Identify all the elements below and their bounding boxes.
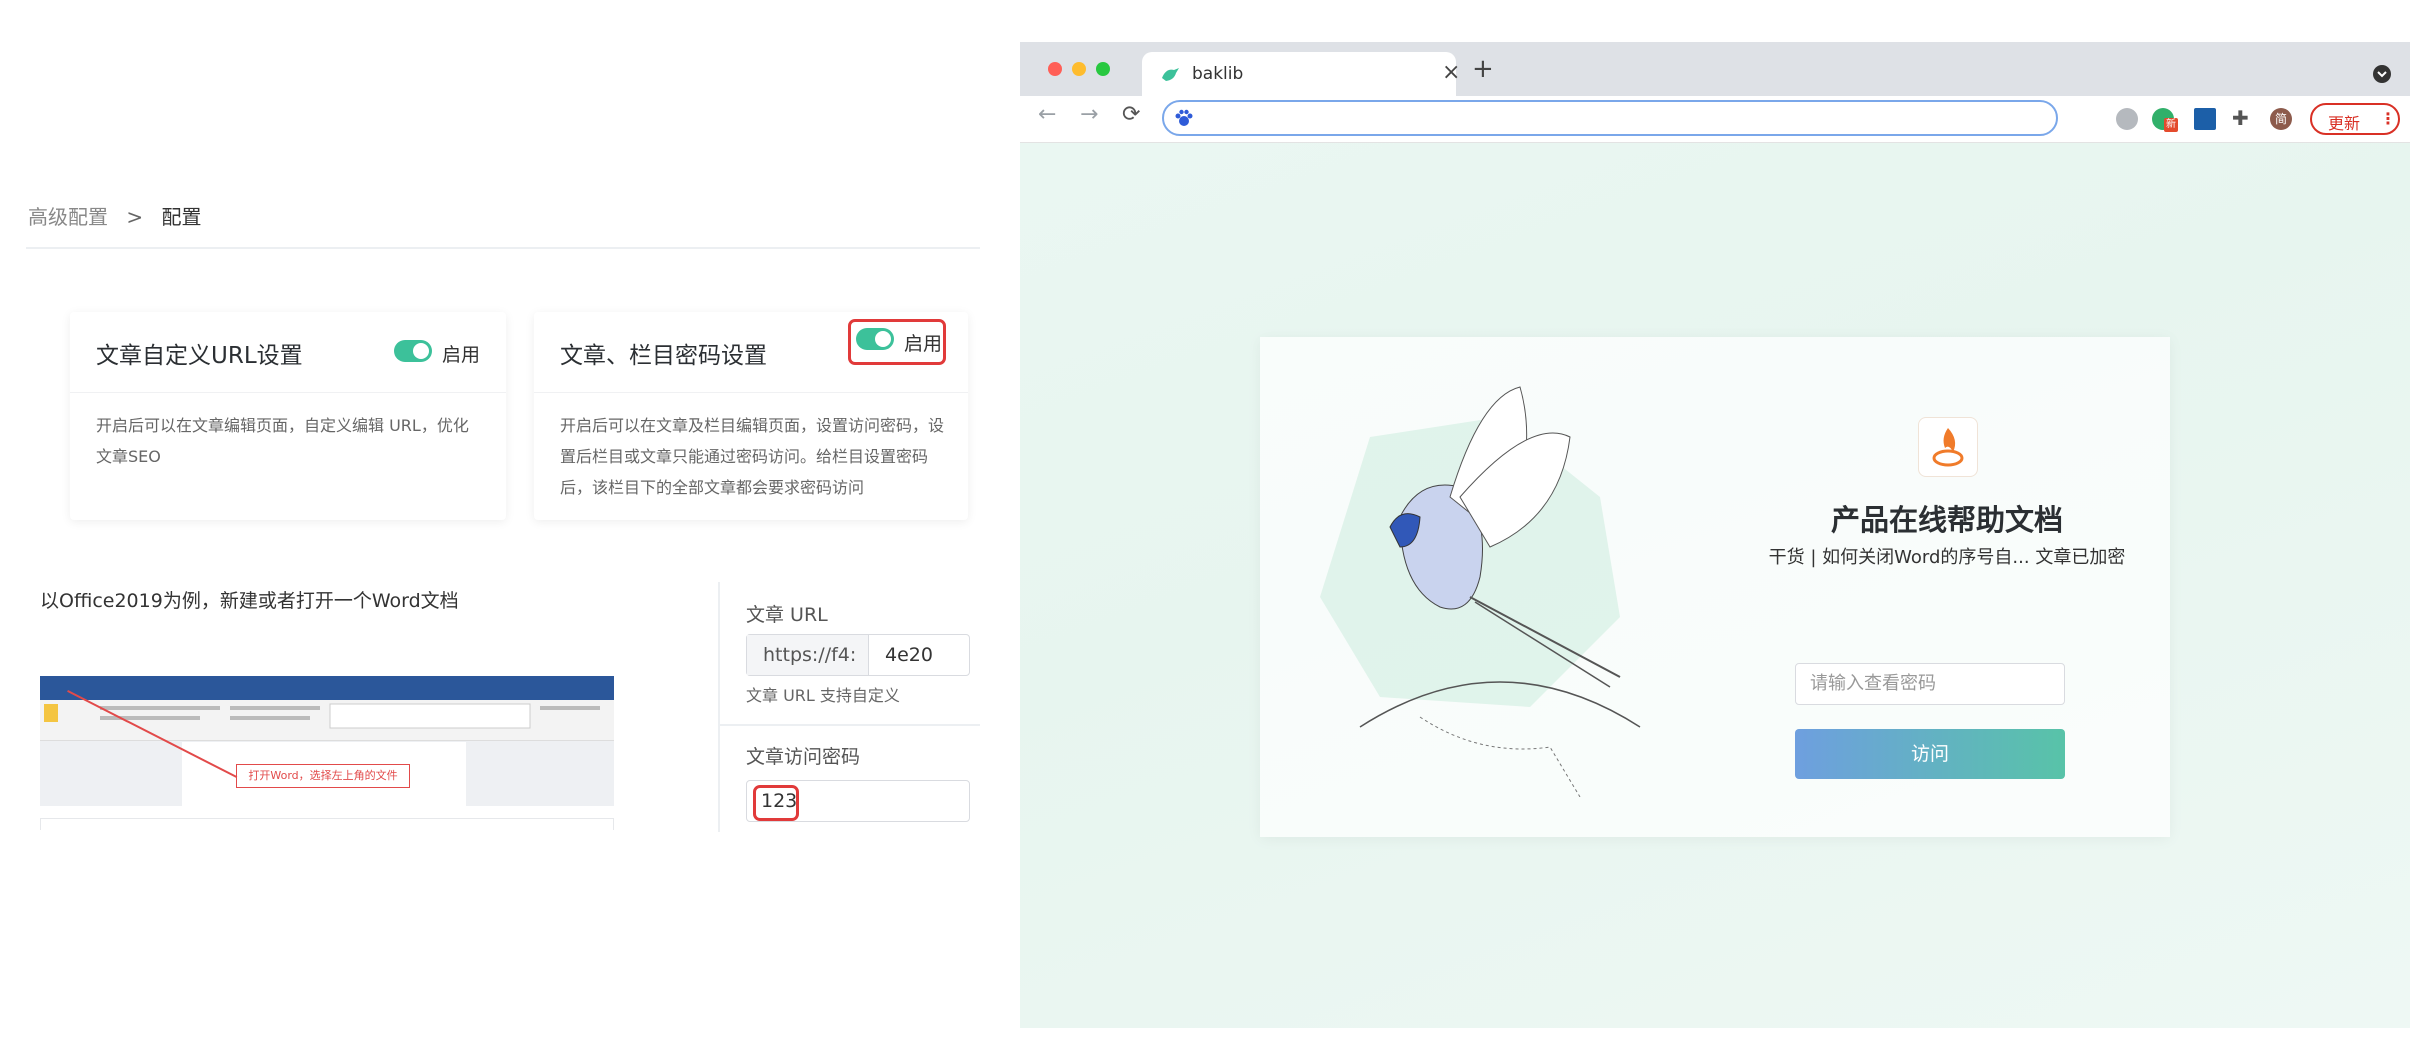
url-setting-toggle[interactable]	[394, 340, 432, 362]
word-screenshot: 打开Word，选择左上角的文件	[40, 676, 614, 806]
word-ribbon-tabs	[40, 690, 614, 700]
password-setting-card: 文章、栏目密码设置 启用 开启后可以在文章及栏目编辑页面，设置访问密码，设 置后…	[534, 312, 968, 520]
article-password-label: 文章访问密码	[746, 746, 861, 768]
browser-tab[interactable]: ×	[1142, 52, 1460, 96]
toggle-label: 启用	[442, 344, 481, 366]
green-extension-icon[interactable]: 新	[2152, 108, 2178, 132]
tab-search-icon[interactable]	[2372, 64, 2392, 84]
minimize-window-icon[interactable]	[1072, 62, 1086, 76]
update-label: 更新	[2328, 114, 2361, 133]
baidu-paw-icon	[1175, 109, 1193, 126]
close-tab-icon[interactable]: ×	[1442, 60, 1460, 85]
card-description-line: 文章SEO	[96, 447, 161, 466]
globe-extension-icon[interactable]	[2116, 108, 2138, 130]
card-title: 文章、栏目密码设置	[560, 343, 767, 369]
parrot-illustration	[1320, 386, 1641, 797]
product-logo	[1918, 417, 1978, 477]
reload-icon[interactable]: ⟳	[1122, 102, 1140, 127]
breadcrumb-current: 配置	[161, 205, 202, 229]
close-window-icon[interactable]	[1048, 62, 1062, 76]
browser-toolbar: ← → ⟳ 新 ✚ 简 更新 ⋮	[1020, 96, 2410, 143]
menu-icon: ⋮	[2380, 109, 2396, 128]
sidebar-divider	[718, 582, 720, 832]
article-url-label: 文章 URL	[746, 604, 828, 626]
forward-icon[interactable]: →	[1080, 102, 1098, 127]
flame-logo-icon	[1925, 424, 1971, 470]
article-url-hint: 文章 URL 支持自定义	[746, 686, 900, 705]
article-body-text: 以Office2019为例，新建或者打开一个Word文档	[40, 590, 459, 612]
lock-panel: 产品在线帮助文档 干货 | 如何关闭Word的序号自... 文章已加密 请输入查…	[1260, 337, 2170, 837]
card-divider	[70, 392, 506, 393]
card-description-line: 后，该栏目下的全部文章都会要求密码访问	[560, 478, 865, 497]
header-divider	[26, 247, 980, 249]
lock-page-subtitle: 干货 | 如何关闭Word的序号自... 文章已加密	[1768, 547, 2126, 568]
word-title-bar	[40, 676, 614, 690]
visit-button[interactable]: 访问	[1795, 729, 2065, 779]
breadcrumb-parent[interactable]: 高级配置	[28, 205, 108, 229]
card-description: 开启后可以在文章及栏目编辑页面，设置访问密码，设 置后栏目或文章只能通过密码访问…	[560, 410, 944, 503]
next-content-edge	[40, 818, 614, 830]
card-description-line: 开启后可以在文章编辑页面，自定义编辑 URL，优化	[96, 416, 469, 435]
update-button[interactable]: 更新 ⋮	[2310, 103, 2400, 135]
breadcrumb-separator: >	[126, 205, 144, 229]
password-input[interactable]: 请输入查看密码	[1795, 663, 2065, 705]
word-annotation: 打开Word，选择左上角的文件	[236, 764, 410, 788]
browser-window: × baklib + ← → ⟳ 新 ✚ 简 更新 ⋮ 产品在线帮助文档 干货 …	[1020, 42, 2410, 1028]
toggle-label: 启用	[904, 333, 943, 355]
article-url-prefix: https://f4:	[747, 635, 869, 675]
m-extension-icon[interactable]	[2194, 108, 2216, 130]
breadcrumb: 高级配置 > 配置	[28, 201, 201, 230]
card-description: 开启后可以在文章编辑页面，自定义编辑 URL，优化 文章SEO	[96, 410, 469, 472]
card-description-line: 置后栏目或文章只能通过密码访问。给栏目设置密码	[560, 447, 929, 466]
field-divider	[718, 724, 980, 726]
bird-favicon-icon	[1162, 68, 1179, 81]
card-divider	[534, 392, 968, 393]
profile-avatar[interactable]: 简	[2270, 108, 2292, 130]
password-setting-toggle[interactable]	[856, 328, 894, 350]
maximize-window-icon[interactable]	[1096, 62, 1110, 76]
url-setting-card: 文章自定义URL设置 启用 开启后可以在文章编辑页面，自定义编辑 URL，优化 …	[70, 312, 506, 520]
address-bar[interactable]	[1162, 100, 2058, 136]
back-icon[interactable]: ←	[1038, 102, 1056, 127]
tab-title: baklib	[1192, 64, 1244, 84]
new-tab-icon[interactable]: +	[1472, 54, 1494, 84]
article-url-field: https://f4: 4e20	[746, 634, 970, 676]
extension-badge: 新	[2164, 118, 2178, 132]
puzzle-extensions-icon[interactable]: ✚	[2232, 106, 2249, 130]
article-password-value: 123	[761, 790, 798, 812]
card-description-line: 开启后可以在文章及栏目编辑页面，设置访问密码，设	[560, 416, 945, 435]
article-password-input[interactable]: 123	[746, 780, 970, 822]
card-title: 文章自定义URL设置	[96, 343, 303, 369]
lock-page-title: 产品在线帮助文档	[1830, 503, 2063, 537]
page-content: 产品在线帮助文档 干货 | 如何关闭Word的序号自... 文章已加密 请输入查…	[1020, 143, 2410, 1028]
article-url-input[interactable]: 4e20	[885, 635, 933, 675]
browser-title-bar: × baklib +	[1020, 42, 2410, 96]
